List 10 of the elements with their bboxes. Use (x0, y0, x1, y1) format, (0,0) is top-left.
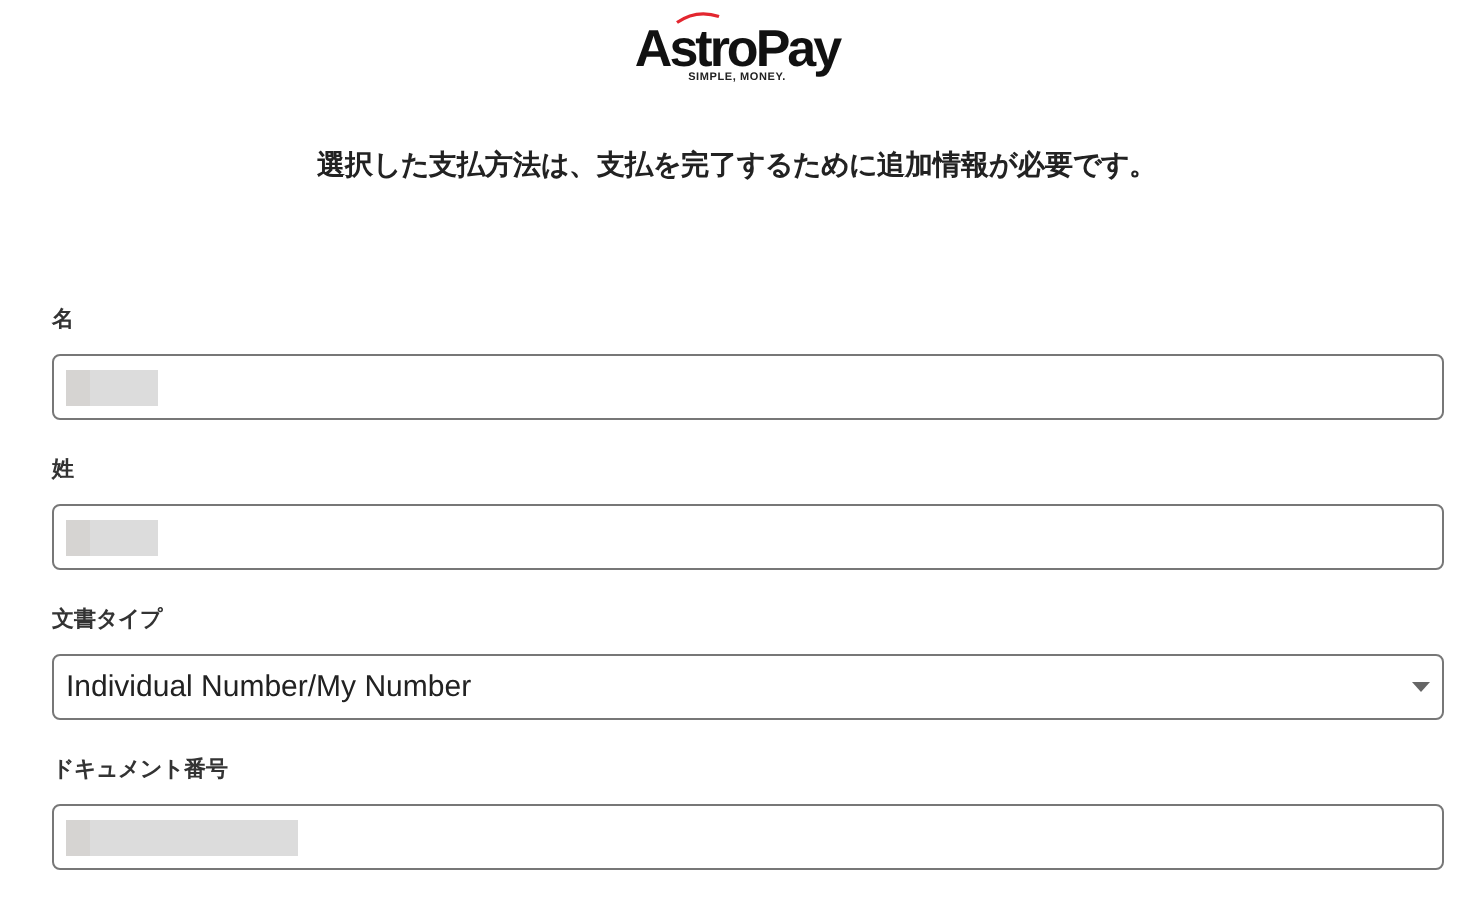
field-label: 文書タイプ (52, 605, 165, 634)
page-heading: 選択した支払方法は、支払を完了するために追加情報が必要です。 (315, 148, 1159, 184)
input-field[interactable] (52, 804, 1444, 870)
field-label: 姓 (52, 456, 76, 484)
document-type-dropdown[interactable]: Individual Number/My Number (52, 654, 1444, 720)
field-label: 名 (52, 305, 76, 334)
input-field[interactable] (52, 354, 1444, 420)
caret-icon (1412, 682, 1430, 692)
input-field[interactable] (52, 504, 1444, 570)
field-label: ドキュメント番号 (52, 755, 230, 784)
